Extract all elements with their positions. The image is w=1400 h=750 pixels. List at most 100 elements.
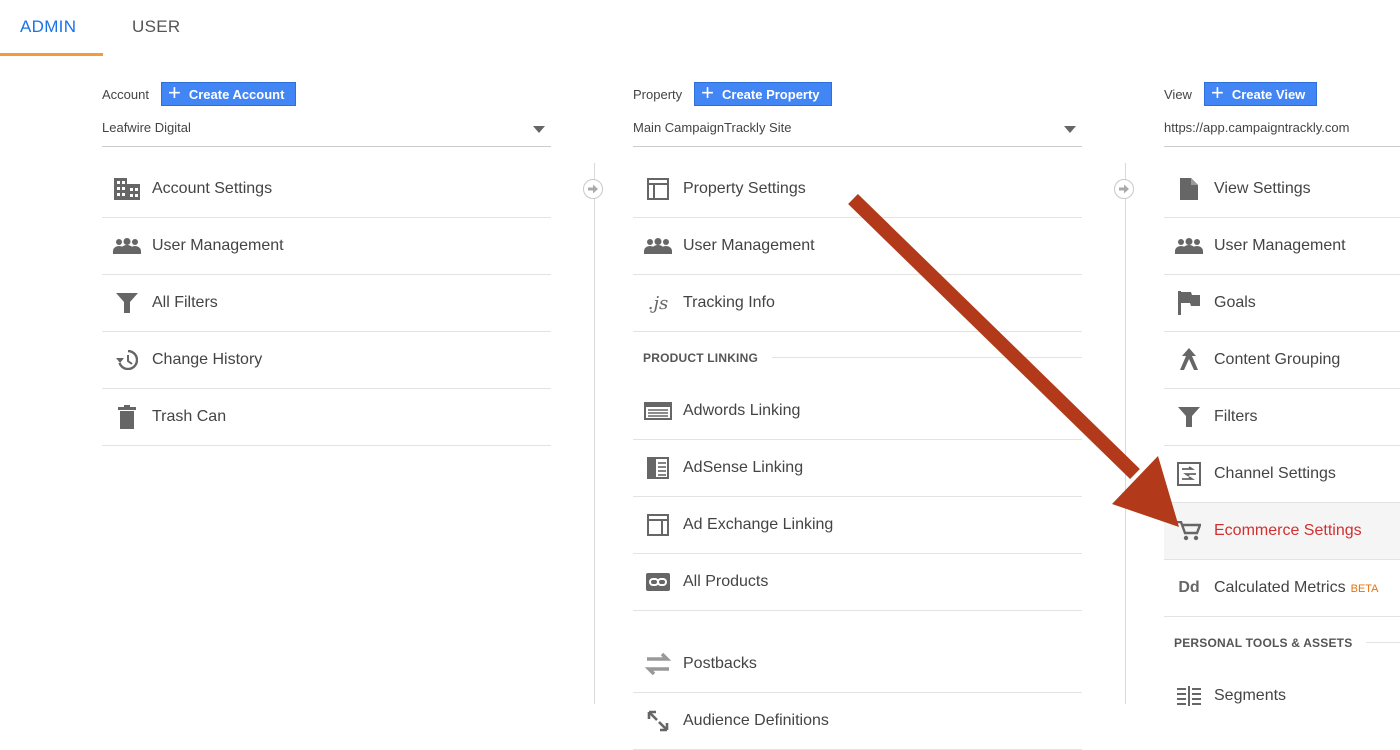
item-label: Account Settings [152, 180, 273, 197]
property-item-audience-definitions[interactable]: Audience Definitions [633, 693, 1082, 750]
beta-badge: BETA [1350, 583, 1379, 595]
column-divider [1125, 163, 1126, 704]
item-label: Property Settings [683, 180, 806, 197]
view-item-settings[interactable]: View Settings [1164, 161, 1400, 218]
create-account-label: Create Account [188, 86, 285, 102]
view-label: View [1164, 86, 1192, 102]
content-grouping-icon [1164, 332, 1214, 388]
property-item-postbacks[interactable]: Postbacks [633, 636, 1082, 693]
menu-spacer [633, 611, 1082, 636]
people-icon [102, 218, 152, 274]
trash-icon [102, 389, 152, 445]
plus-icon: + [1210, 80, 1224, 105]
view-item-ecommerce-settings[interactable]: Ecommerce Settings [1164, 503, 1400, 560]
item-label: Ad Exchange Linking [683, 516, 834, 533]
building-icon [102, 161, 152, 217]
account-item-trash-can[interactable]: Trash Can [102, 389, 551, 446]
people-icon [1164, 218, 1214, 274]
account-header: Account + Create Account [102, 80, 297, 106]
tab-admin[interactable]: ADMIN [20, 17, 76, 37]
column-divider [594, 163, 595, 704]
item-label: Tracking Info [683, 294, 775, 311]
account-item-change-history[interactable]: Change History [102, 332, 551, 389]
view-item-content-grouping[interactable]: Content Grouping [1164, 332, 1400, 389]
flag-icon [1164, 275, 1214, 331]
view-selector[interactable]: https://app.campaigntrackly.com [1164, 120, 1400, 147]
people-icon [633, 218, 683, 274]
section-divider [1366, 642, 1400, 643]
property-item-tracking-info[interactable]: .js Tracking Info [633, 275, 1082, 332]
section-title: PERSONAL TOOLS & ASSETS [1174, 635, 1353, 650]
view-item-segments[interactable]: Segments [1164, 668, 1400, 724]
section-divider [772, 357, 1082, 358]
view-column: View + Create View https://app.campaigntr… [1164, 0, 1400, 706]
item-label: Ecommerce Settings [1214, 522, 1362, 539]
active-tab-indicator [0, 53, 103, 56]
account-menu: Account Settings User Management All Fil… [102, 161, 551, 446]
js-icon: .js [647, 292, 669, 314]
item-label: User Management [1214, 237, 1346, 254]
property-item-adwords-linking[interactable]: Adwords Linking [633, 383, 1082, 440]
item-label: Trash Can [152, 408, 227, 425]
product-linking-section: PRODUCT LINKING [633, 332, 1082, 383]
property-item-settings[interactable]: Property Settings [633, 161, 1082, 218]
channel-icon [1164, 446, 1214, 502]
item-label: Postbacks [683, 655, 757, 672]
item-label: AdSense Linking [683, 459, 804, 476]
create-view-button[interactable]: + Create View [1203, 80, 1318, 106]
item-label: User Management [152, 237, 284, 254]
property-selected: Main CampaignTrackly Site [633, 120, 792, 135]
account-item-all-filters[interactable]: All Filters [102, 275, 551, 332]
adwords-icon [633, 383, 683, 439]
create-account-button[interactable]: + Create Account [160, 80, 297, 106]
item-label: All Products [683, 573, 769, 590]
audience-icon [633, 693, 683, 749]
create-view-label: Create View [1231, 86, 1306, 102]
link-icon [633, 554, 683, 610]
item-label: Channel Settings [1214, 465, 1336, 482]
account-item-settings[interactable]: Account Settings [102, 161, 551, 218]
view-menu: View Settings User Management Goals Cont… [1164, 161, 1400, 724]
plus-icon: + [167, 80, 181, 105]
item-label: All Filters [152, 294, 218, 311]
create-property-label: Create Property [722, 86, 820, 102]
cart-icon [1164, 503, 1214, 559]
item-label: Adwords Linking [683, 402, 801, 419]
view-item-filters[interactable]: Filters [1164, 389, 1400, 446]
layout-icon [633, 161, 683, 217]
dd-icon: Dd [1178, 579, 1200, 596]
view-item-goals[interactable]: Goals [1164, 275, 1400, 332]
account-selector[interactable]: Leafwire Digital [102, 120, 551, 147]
item-label: Goals [1214, 294, 1256, 311]
account-column: Account + Create Account Leafwire Digital… [102, 0, 552, 704]
postbacks-icon [633, 636, 683, 692]
view-header: View + Create View [1164, 80, 1318, 106]
property-selector[interactable]: Main CampaignTrackly Site [633, 120, 1082, 147]
view-item-channel-settings[interactable]: Channel Settings [1164, 446, 1400, 503]
item-label: Calculated Metrics BETA [1214, 579, 1379, 597]
property-item-all-products[interactable]: All Products [633, 554, 1082, 611]
history-icon [102, 332, 152, 388]
view-item-user-management[interactable]: User Management [1164, 218, 1400, 275]
account-item-user-management[interactable]: User Management [102, 218, 551, 275]
adexchange-icon [633, 497, 683, 553]
property-item-user-management[interactable]: User Management [633, 218, 1082, 275]
segments-icon [1164, 668, 1214, 724]
item-label: View Settings [1214, 180, 1311, 197]
document-icon [1164, 161, 1214, 217]
property-item-ad-exchange-linking[interactable]: Ad Exchange Linking [633, 497, 1082, 554]
dropdown-caret-icon [533, 126, 545, 133]
property-item-adsense-linking[interactable]: AdSense Linking [633, 440, 1082, 497]
item-label: User Management [683, 237, 815, 254]
item-label: Audience Definitions [683, 712, 829, 729]
view-selected: https://app.campaigntrackly.com [1164, 120, 1350, 135]
dropdown-caret-icon [1064, 126, 1076, 133]
plus-icon: + [701, 80, 714, 105]
create-property-button[interactable]: + Create Property [694, 80, 832, 106]
view-item-calculated-metrics[interactable]: Dd Calculated Metrics BETA [1164, 560, 1400, 617]
section-title: PRODUCT LINKING [643, 350, 758, 365]
arrow-right-circle-icon [583, 179, 603, 199]
item-label: Content Grouping [1214, 351, 1341, 368]
property-menu: Property Settings User Management .js Tr… [633, 161, 1082, 750]
filter-icon [102, 275, 152, 331]
